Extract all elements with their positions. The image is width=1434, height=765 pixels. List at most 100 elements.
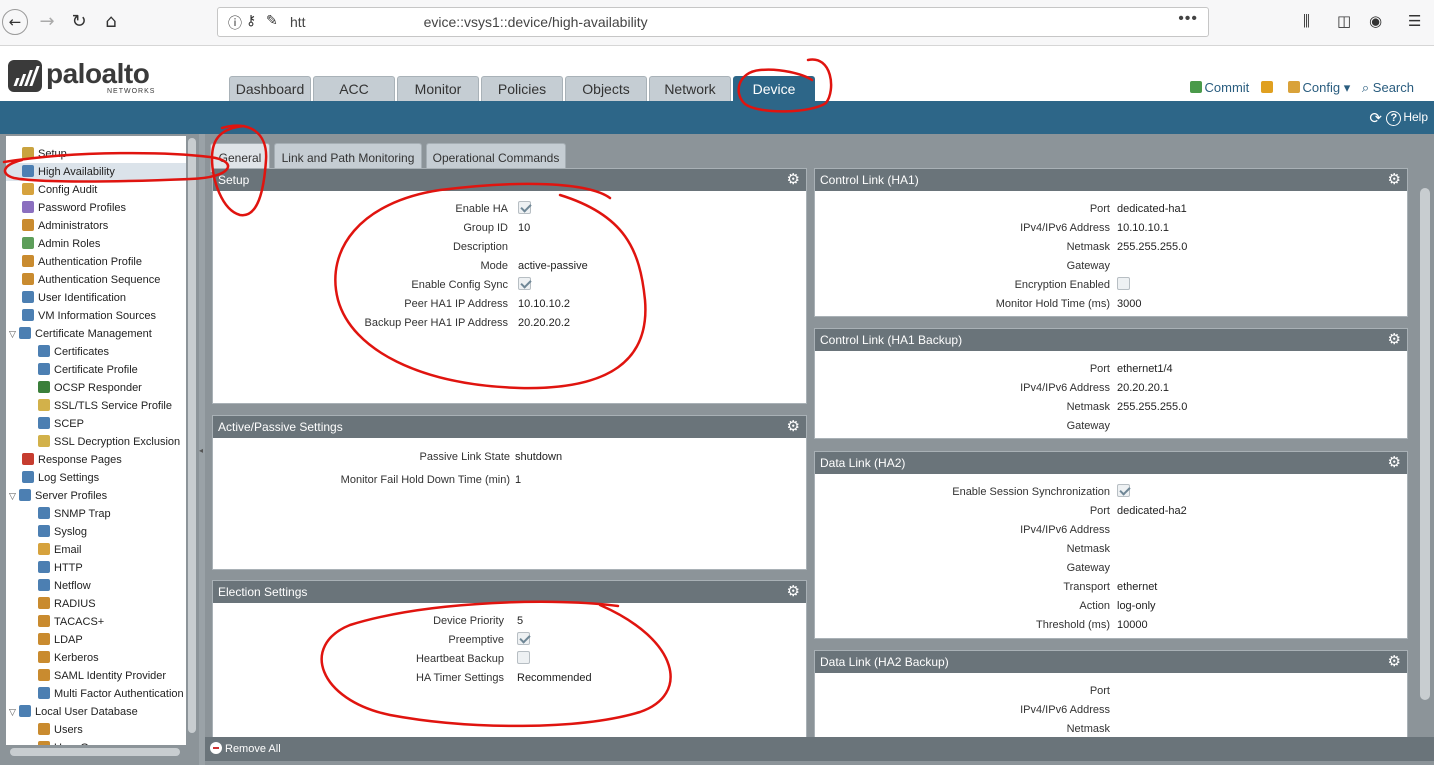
tab-dashboard[interactable]: Dashboard	[229, 76, 311, 101]
sidebar-item-multi-factor-authentication[interactable]: Multi Factor Authentication	[6, 685, 186, 703]
forward-button[interactable]: →	[34, 9, 60, 35]
help-button[interactable]: ? Help	[1386, 110, 1428, 126]
field-label: Netmask	[1066, 241, 1110, 253]
config-button[interactable]: Config ▾	[1287, 80, 1350, 96]
url-text[interactable]: htt evice::vsys1::device/high-availabilit…	[290, 14, 1150, 30]
field-row: Peer HA1 IP Address 10.10.10.2	[213, 295, 806, 314]
lock-button[interactable]	[1260, 80, 1276, 95]
checkbox[interactable]	[518, 277, 531, 290]
sidebar-item-server-profiles[interactable]: ▽ Server Profiles	[6, 487, 186, 505]
checkbox[interactable]	[1117, 484, 1130, 497]
field-row: Transport ethernet	[815, 578, 1407, 597]
gear-icon[interactable]: ⚙	[1388, 169, 1401, 189]
key-icon[interactable]: ⚷	[246, 13, 256, 29]
sidebar-item-admin-roles[interactable]: Admin Roles	[6, 235, 186, 253]
menu-icon[interactable]: ☰	[1408, 12, 1421, 30]
sidebar-item-setup[interactable]: Setup	[6, 145, 186, 163]
sidebar-item-log-settings[interactable]: Log Settings	[6, 469, 186, 487]
expand-toggle-icon[interactable]: ▽	[9, 703, 19, 721]
reload-button[interactable]: ↻	[66, 9, 92, 35]
header-actions: Commit Config ▾ ⌕ Search	[1182, 80, 1414, 96]
sidebar-item-authentication-profile[interactable]: Authentication Profile	[6, 253, 186, 271]
sidebar-item-config-audit[interactable]: Config Audit	[6, 181, 186, 199]
gear-icon[interactable]: ⚙	[787, 581, 800, 601]
field-label: Transport	[1063, 581, 1110, 593]
commit-button[interactable]: Commit	[1189, 80, 1249, 95]
url-bar[interactable]: ⓘ ⚷ ✎ htt evice::vsys1::device/high-avail…	[217, 7, 1209, 37]
expand-toggle-icon[interactable]: ▽	[9, 487, 19, 505]
refresh-icon[interactable]: ⟳	[1369, 109, 1382, 127]
field-row: Gateway	[815, 257, 1407, 276]
sidebar-item-certificates[interactable]: Certificates	[6, 343, 186, 361]
sidebar-item-icon	[22, 201, 34, 213]
sidebar-item-ldap[interactable]: LDAP	[6, 631, 186, 649]
back-button[interactable]: ←	[2, 9, 28, 35]
sidebar-item-saml-identity-provider[interactable]: SAML Identity Provider	[6, 667, 186, 685]
account-icon[interactable]: ◉	[1369, 12, 1382, 30]
sidebar-toggle-icon[interactable]: ◫	[1337, 12, 1351, 30]
gear-icon[interactable]: ⚙	[787, 416, 800, 436]
checkbox[interactable]	[517, 651, 530, 664]
panel-header: Data Link (HA2) ⚙	[815, 452, 1407, 474]
sidebar-item-ssl-decryption-exclusion[interactable]: SSL Decryption Exclusion	[6, 433, 186, 451]
sidebar-item-administrators[interactable]: Administrators	[6, 217, 186, 235]
sidebar-vertical-scrollbar[interactable]	[188, 138, 196, 733]
gear-icon[interactable]: ⚙	[1388, 452, 1401, 472]
sidebar-item-vm-information-sources[interactable]: VM Information Sources	[6, 307, 186, 325]
sidebar-item-response-pages[interactable]: Response Pages	[6, 451, 186, 469]
sidebar-item-label: User Identification	[38, 292, 127, 304]
field-value: 5	[517, 615, 524, 627]
sidebar-item-ocsp-responder[interactable]: OCSP Responder	[6, 379, 186, 397]
sidebar-item-user-identification[interactable]: User Identification	[6, 289, 186, 307]
sidebar-item-netflow[interactable]: Netflow	[6, 577, 186, 595]
content-scrollbar[interactable]	[1420, 188, 1430, 700]
search-button[interactable]: ⌕ Search	[1362, 80, 1414, 96]
sidebar-item-kerberos[interactable]: Kerberos	[6, 649, 186, 667]
tab-monitor[interactable]: Monitor	[397, 76, 479, 101]
checkbox[interactable]	[517, 632, 530, 645]
sidebar-item-radius[interactable]: RADIUS	[6, 595, 186, 613]
expand-toggle-icon[interactable]: ▽	[9, 325, 19, 343]
gear-icon[interactable]: ⚙	[1388, 329, 1401, 349]
sidebar-item-ssl-tls-service-profile[interactable]: SSL/TLS Service Profile	[6, 397, 186, 415]
edit-icon[interactable]: ✎	[266, 13, 278, 29]
home-button[interactable]: ⌂	[98, 9, 124, 35]
field-row: Port	[815, 682, 1407, 701]
sidebar-item-icon	[22, 255, 34, 267]
gear-icon[interactable]: ⚙	[787, 169, 800, 189]
sidebar-item-certificate-management[interactable]: ▽ Certificate Management	[6, 325, 186, 343]
sidebar-item-high-availability[interactable]: High Availability	[6, 163, 186, 181]
sidebar-item-certificate-profile[interactable]: Certificate Profile	[6, 361, 186, 379]
sidebar-item-http[interactable]: HTTP	[6, 559, 186, 577]
tab-device[interactable]: Device	[733, 76, 815, 101]
sidebar-item-syslog[interactable]: Syslog	[6, 523, 186, 541]
sidebar-item-scep[interactable]: SCEP	[6, 415, 186, 433]
info-icon[interactable]: ⓘ	[228, 13, 242, 33]
tab-objects[interactable]: Objects	[565, 76, 647, 101]
remove-all-button[interactable]: Remove All	[210, 742, 281, 755]
checkbox[interactable]	[1117, 277, 1130, 290]
sidebar-item-label: Server Profiles	[35, 490, 108, 502]
library-icon[interactable]: ⫼	[1303, 12, 1310, 30]
sidebar-item-email[interactable]: Email	[6, 541, 186, 559]
sidebar-item-users[interactable]: Users	[6, 721, 186, 739]
checkbox[interactable]	[518, 201, 531, 214]
panel-ha1: Control Link (HA1) ⚙ Port dedicated-ha1 IPv4…	[814, 168, 1408, 317]
page-actions-icon[interactable]: •••	[1178, 10, 1198, 28]
field-label: Gateway	[1066, 260, 1110, 272]
sidebar-item-icon	[38, 381, 50, 393]
tab-acc[interactable]: ACC	[313, 76, 395, 101]
tab-policies[interactable]: Policies	[481, 76, 563, 101]
sidebar-horizontal-scrollbar[interactable]	[10, 748, 180, 756]
sidebar-item-password-profiles[interactable]: Password Profiles	[6, 199, 186, 217]
sidebar-item-label: SNMP Trap	[54, 508, 111, 520]
sidebar-item-label: Email	[54, 544, 82, 556]
sidebar-item-tacacs[interactable]: TACACS+	[6, 613, 186, 631]
gear-icon[interactable]: ⚙	[1388, 651, 1401, 671]
sidebar-item-icon	[19, 705, 31, 717]
sidebar-item-authentication-sequence[interactable]: Authentication Sequence	[6, 271, 186, 289]
tab-network[interactable]: Network	[649, 76, 731, 101]
sidebar-item-user-groups[interactable]: User Groups	[6, 739, 186, 745]
sidebar-item-local-user-database[interactable]: ▽ Local User Database	[6, 703, 186, 721]
sidebar-item-snmp-trap[interactable]: SNMP Trap	[6, 505, 186, 523]
